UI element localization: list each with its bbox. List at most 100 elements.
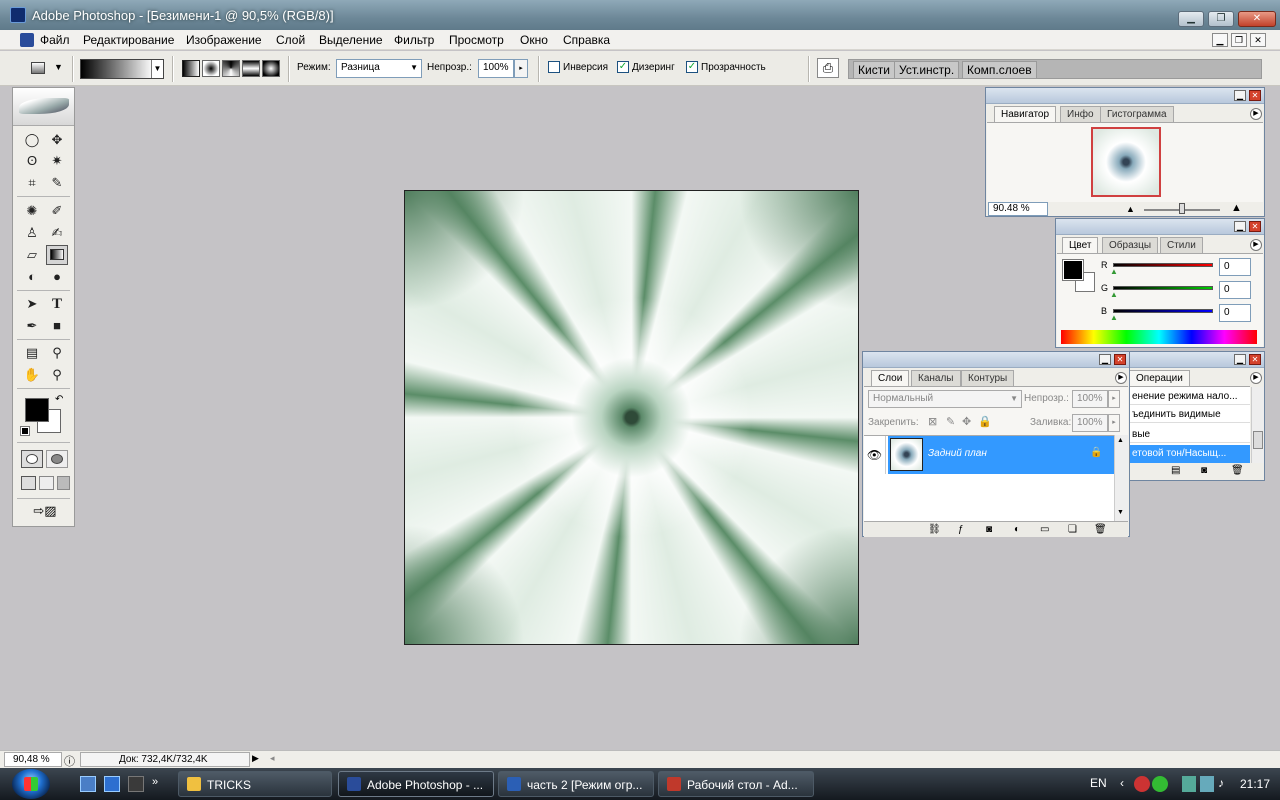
- jump-to-imageready-icon[interactable]: ⇨▨: [23, 503, 67, 521]
- linear-gradient-button[interactable]: [182, 60, 200, 77]
- dodge-tool-icon[interactable]: ●: [46, 267, 68, 287]
- angle-gradient-button[interactable]: [222, 60, 240, 77]
- menu-select[interactable]: Выделение: [319, 33, 383, 47]
- color-spectrum-bar[interactable]: [1061, 330, 1257, 344]
- panel-minimize-button[interactable]: ▁: [1234, 354, 1246, 365]
- history-brush-tool-icon[interactable]: ✍: [46, 223, 68, 243]
- path-selection-tool-icon[interactable]: ➤: [21, 294, 43, 314]
- window-titlebar[interactable]: Adobe Photoshop - [Безимени-1 @ 90,5% (R…: [0, 0, 1280, 30]
- standard-mode-button[interactable]: [21, 450, 43, 468]
- history-item[interactable]: енение режима нало...: [1130, 389, 1250, 405]
- taskbar-item-tricks[interactable]: TRICKS: [178, 771, 332, 797]
- panel-titlebar[interactable]: ▁ ✕: [986, 88, 1264, 104]
- lock-image-icon[interactable]: ✎: [946, 415, 955, 428]
- menu-edit[interactable]: Редактирование: [83, 33, 174, 47]
- panel-close-button[interactable]: ✕: [1249, 90, 1261, 101]
- g-value-input[interactable]: 0: [1219, 281, 1251, 299]
- transparency-checkbox[interactable]: ✓: [686, 61, 698, 73]
- hand-tool-icon[interactable]: ✋: [21, 365, 43, 385]
- history-item-selected[interactable]: етовой тон/Насыщ...: [1130, 445, 1250, 463]
- palette-well-tab-layer-comps[interactable]: Комп.слоев: [962, 61, 1037, 79]
- panel-menu-button[interactable]: ▶: [1250, 239, 1262, 251]
- fill-input[interactable]: 100%: [1072, 414, 1108, 432]
- tab-histogram[interactable]: Гистограмма: [1100, 106, 1174, 122]
- menu-file[interactable]: Файл: [40, 33, 70, 47]
- taskbar-item-word[interactable]: часть 2 [Режим огр...: [498, 771, 654, 797]
- quick-launch-more-icon[interactable]: »: [152, 776, 164, 792]
- opacity-input[interactable]: 100%: [478, 59, 514, 78]
- opacity-slider-button[interactable]: ▸: [514, 59, 528, 78]
- history-scrollbar[interactable]: [1251, 387, 1264, 463]
- minimize-button[interactable]: ▁: [1178, 11, 1204, 27]
- slice-tool-icon[interactable]: ✎: [46, 173, 68, 193]
- tool-preset-picker[interactable]: ▼: [28, 60, 66, 77]
- quick-launch-desktop-icon[interactable]: [104, 776, 120, 792]
- lock-all-icon[interactable]: 🔒: [978, 415, 992, 428]
- panel-minimize-button[interactable]: ▁: [1099, 354, 1111, 365]
- close-button[interactable]: ✕: [1238, 11, 1276, 27]
- g-slider[interactable]: [1113, 286, 1213, 290]
- doc-minimize-button[interactable]: ▁: [1212, 33, 1228, 47]
- swap-colors-icon[interactable]: ↶: [55, 394, 63, 405]
- panel-menu-button[interactable]: ▶: [1250, 108, 1262, 120]
- tray-expand-icon[interactable]: ‹: [1120, 776, 1124, 790]
- screen-mode-standard-button[interactable]: [21, 476, 36, 490]
- layer-mask-icon[interactable]: ◙: [986, 524, 992, 535]
- scroll-left-icon[interactable]: ◂: [270, 753, 275, 764]
- maximize-button[interactable]: ❐: [1208, 11, 1234, 27]
- doc-close-button[interactable]: ✕: [1250, 33, 1266, 47]
- healing-brush-tool-icon[interactable]: ✺: [21, 201, 43, 221]
- navigator-zoom-field[interactable]: 90.48 %: [988, 202, 1048, 216]
- panel-minimize-button[interactable]: ▁: [1234, 221, 1246, 232]
- history-scrollbar-thumb[interactable]: [1253, 431, 1263, 449]
- tab-layers[interactable]: Слои: [871, 370, 910, 386]
- diamond-gradient-button[interactable]: [262, 60, 280, 77]
- status-zoom-field[interactable]: 90,48 %: [4, 752, 62, 767]
- fill-slider-button[interactable]: ▸: [1108, 414, 1120, 432]
- new-group-icon[interactable]: ▭: [1040, 524, 1049, 535]
- eraser-tool-icon[interactable]: ▱: [21, 245, 43, 265]
- trash-icon[interactable]: 🗑: [1094, 524, 1107, 535]
- lasso-tool-icon[interactable]: ʘ: [21, 151, 43, 171]
- layer-name[interactable]: Задний план: [928, 448, 987, 459]
- brush-tool-icon[interactable]: ✐: [46, 201, 68, 221]
- radial-gradient-button[interactable]: [202, 60, 220, 77]
- palette-well-tab-brushes[interactable]: Кисти: [853, 61, 895, 79]
- taskbar-item-photoshop[interactable]: Adobe Photoshop - ...: [338, 771, 494, 797]
- lock-transparency-icon[interactable]: ⊠: [928, 415, 937, 428]
- scroll-down-icon[interactable]: ▼: [1117, 509, 1124, 516]
- screen-mode-maximized-button[interactable]: [39, 476, 54, 490]
- layer-visibility-eye-icon[interactable]: 👁: [864, 436, 886, 474]
- start-button[interactable]: [12, 769, 50, 799]
- new-layer-icon[interactable]: ❏: [1068, 524, 1077, 535]
- layer-row-background[interactable]: Задний план 🔒: [888, 436, 1114, 474]
- foreground-color-swatch[interactable]: [1062, 259, 1084, 281]
- zoom-slider-handle[interactable]: [1179, 203, 1185, 214]
- network-icon[interactable]: [1182, 776, 1196, 792]
- panel-close-button[interactable]: ✕: [1114, 354, 1126, 365]
- toolbox-header[interactable]: [13, 88, 74, 126]
- snapshot-icon[interactable]: ▤: [1171, 465, 1180, 476]
- layer-style-icon[interactable]: ƒ: [958, 524, 964, 535]
- r-slider[interactable]: [1113, 263, 1213, 267]
- magic-wand-tool-icon[interactable]: ✷: [46, 151, 68, 171]
- r-value-input[interactable]: 0: [1219, 258, 1251, 276]
- camera-icon[interactable]: ◙: [1201, 465, 1207, 476]
- clone-stamp-tool-icon[interactable]: ♙: [21, 223, 43, 243]
- inverse-checkbox[interactable]: [548, 61, 560, 73]
- panel-menu-button[interactable]: ▶: [1250, 372, 1262, 384]
- b-slider[interactable]: [1113, 309, 1213, 313]
- type-tool-icon[interactable]: T: [46, 294, 68, 314]
- zoom-out-icon[interactable]: ▲: [1126, 204, 1135, 214]
- quick-launch-window-icon[interactable]: [128, 776, 144, 792]
- tab-swatches[interactable]: Образцы: [1102, 237, 1159, 253]
- doc-restore-button[interactable]: ❐: [1231, 33, 1247, 47]
- g-slider-handle[interactable]: ▲: [1110, 290, 1118, 299]
- language-indicator[interactable]: EN: [1090, 776, 1107, 790]
- document-canvas[interactable]: [404, 190, 859, 645]
- layers-scrollbar[interactable]: ▲ ▼: [1114, 435, 1128, 521]
- panel-minimize-button[interactable]: ▁: [1234, 90, 1246, 101]
- menu-filter[interactable]: Фильтр: [394, 33, 434, 47]
- tab-color[interactable]: Цвет: [1062, 237, 1099, 253]
- adjustment-layer-icon[interactable]: ◐: [1014, 524, 1020, 535]
